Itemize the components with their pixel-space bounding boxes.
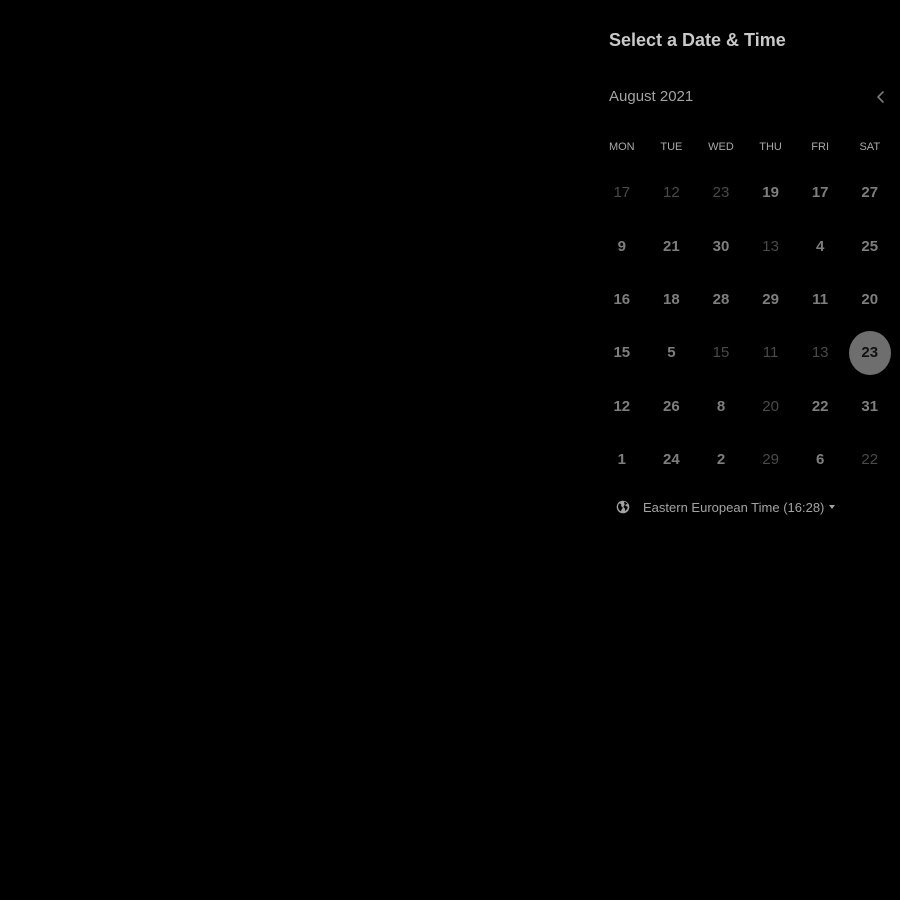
calendar-day-number: 9 — [617, 237, 626, 255]
calendar-day-number: 25 — [861, 237, 879, 255]
calendar-grid: MON TUE WED THU FRI SAT 17 12 23 19 17 27 9 21 30 13 4 2… — [597, 138, 895, 486]
calendar-day-number: 22 — [861, 451, 879, 469]
calendar-day-available[interactable]: 18 — [647, 273, 697, 326]
calendar-day-number: 28 — [712, 290, 730, 308]
previous-month-button[interactable] — [870, 86, 892, 108]
calendar-day-number: 24 — [663, 451, 680, 469]
calendar-day-number: 2 — [716, 451, 726, 469]
weekday-label: MON — [608, 141, 635, 153]
chevron-left-icon — [877, 91, 884, 103]
calendar-day-available[interactable]: 24 — [647, 433, 697, 486]
calendar-day-available[interactable]: 30 — [696, 219, 746, 272]
timezone-label: Eastern European Time (16:28) — [643, 499, 825, 515]
calendar-day-available[interactable]: 26 — [647, 380, 697, 433]
calendar-day-number: 5 — [667, 344, 676, 362]
calendar-day-selected[interactable]: 23 — [845, 326, 895, 379]
calendar-day-number: 13 — [811, 344, 829, 362]
calendar-day-number: 17 — [613, 184, 631, 202]
month-label: August 2021 — [609, 88, 694, 105]
calendar-day-unavailable: 22 — [845, 433, 895, 486]
calendar-day-available[interactable]: 20 — [845, 273, 895, 326]
calendar-day-number: 1 — [617, 451, 626, 469]
calendar-day-number: 21 — [663, 237, 680, 255]
calendar-day-available[interactable]: 17 — [795, 166, 845, 219]
calendar-day-number: 11 — [762, 344, 779, 362]
weekday-header: MON TUE WED THU FRI SAT — [597, 138, 895, 156]
calendar-day-available[interactable]: 16 — [597, 273, 647, 326]
calendar-day-number: 6 — [816, 451, 825, 469]
calendar-day-number: 22 — [811, 397, 829, 415]
calendar-week-row: 9 21 30 13 4 25 — [597, 219, 895, 272]
month-navigation: August 2021 — [609, 86, 900, 108]
calendar-day-number: 15 — [712, 344, 730, 362]
calendar-day-number: 4 — [816, 237, 825, 255]
weekday-label: FRI — [811, 141, 830, 153]
calendar-day-number: 19 — [762, 184, 779, 202]
calendar-day-number: 17 — [811, 184, 829, 202]
calendar-day-number: 23 — [848, 330, 891, 375]
calendar-day-unavailable: 23 — [696, 166, 746, 219]
calendar-weeks: 17 12 23 19 17 27 9 21 30 13 4 25 16 18 28 29 11 20 15 5 15 1… — [597, 166, 895, 486]
calendar-day-available[interactable]: 27 — [845, 166, 895, 219]
calendar-day-number: 20 — [762, 397, 779, 415]
calendar-week-row: 12 26 8 20 22 31 — [597, 380, 895, 433]
calendar-day-available[interactable]: 25 — [845, 219, 895, 272]
calendar-day-number: 27 — [861, 184, 879, 202]
scheduling-page: Select a Date & Time August 2021 MON TUE W… — [0, 0, 900, 900]
caret-down-icon — [829, 505, 836, 509]
calendar-day-available[interactable]: 19 — [746, 166, 796, 219]
calendar-week-row: 17 12 23 19 17 27 — [597, 166, 895, 219]
calendar-day-number: 12 — [663, 184, 680, 202]
weekday-label: WED — [708, 141, 734, 153]
date-time-panel: Select a Date & Time August 2021 MON TUE W… — [597, 0, 900, 900]
calendar-day-number: 12 — [613, 397, 631, 415]
calendar-day-available[interactable]: 11 — [795, 273, 845, 326]
calendar-day-unavailable: 12 — [647, 166, 697, 219]
calendar-day-number: 18 — [663, 290, 680, 308]
calendar-week-row: 15 5 15 11 13 23 — [597, 326, 895, 379]
calendar-day-number: 29 — [762, 451, 779, 469]
calendar-day-available[interactable]: 6 — [795, 433, 845, 486]
calendar-day-available[interactable]: 8 — [696, 380, 746, 433]
calendar-day-available[interactable]: 4 — [795, 219, 845, 272]
calendar-day-number: 16 — [613, 290, 631, 308]
calendar-day-available[interactable]: 1 — [597, 433, 647, 486]
page-title: Select a Date & Time — [609, 30, 786, 50]
calendar-week-row: 16 18 28 29 11 20 — [597, 273, 895, 326]
calendar-day-available[interactable]: 9 — [597, 219, 647, 272]
calendar-week-row: 1 24 2 29 6 22 — [597, 433, 895, 486]
calendar-day-number: 15 — [613, 344, 631, 362]
calendar-day-available[interactable]: 15 — [597, 326, 647, 379]
calendar-day-number: 31 — [861, 397, 879, 415]
calendar-day-available[interactable]: 21 — [647, 219, 697, 272]
weekday-label: SAT — [859, 141, 881, 153]
calendar-day-available[interactable]: 2 — [696, 433, 746, 486]
calendar-day-unavailable: 13 — [795, 326, 845, 379]
calendar-day-available[interactable]: 22 — [795, 380, 845, 433]
calendar-day-number: 30 — [712, 237, 730, 255]
calendar-day-unavailable: 13 — [746, 219, 796, 272]
calendar-day-number: 8 — [716, 397, 726, 415]
calendar-day-unavailable: 20 — [746, 380, 796, 433]
weekday-label: THU — [759, 141, 782, 153]
calendar-day-unavailable: 29 — [746, 433, 796, 486]
calendar-day-unavailable: 17 — [597, 166, 647, 219]
timezone-selector[interactable]: Eastern European Time (16:28) — [615, 497, 836, 517]
calendar-day-number: 20 — [861, 290, 879, 308]
calendar-day-available[interactable]: 12 — [597, 380, 647, 433]
calendar-day-available[interactable]: 28 — [696, 273, 746, 326]
globe-icon — [615, 499, 631, 515]
calendar-day-available[interactable]: 31 — [845, 380, 895, 433]
calendar-day-available[interactable]: 29 — [746, 273, 796, 326]
calendar-day-number: 23 — [712, 184, 730, 202]
calendar-day-number: 29 — [762, 290, 779, 308]
calendar-day-unavailable: 11 — [746, 326, 796, 379]
calendar-day-number: 26 — [663, 397, 680, 415]
calendar-day-unavailable: 15 — [696, 326, 746, 379]
calendar-day-number: 11 — [812, 290, 829, 308]
calendar-day-number: 13 — [762, 237, 779, 255]
weekday-label: TUE — [660, 141, 683, 153]
calendar-day-available[interactable]: 5 — [647, 326, 697, 379]
